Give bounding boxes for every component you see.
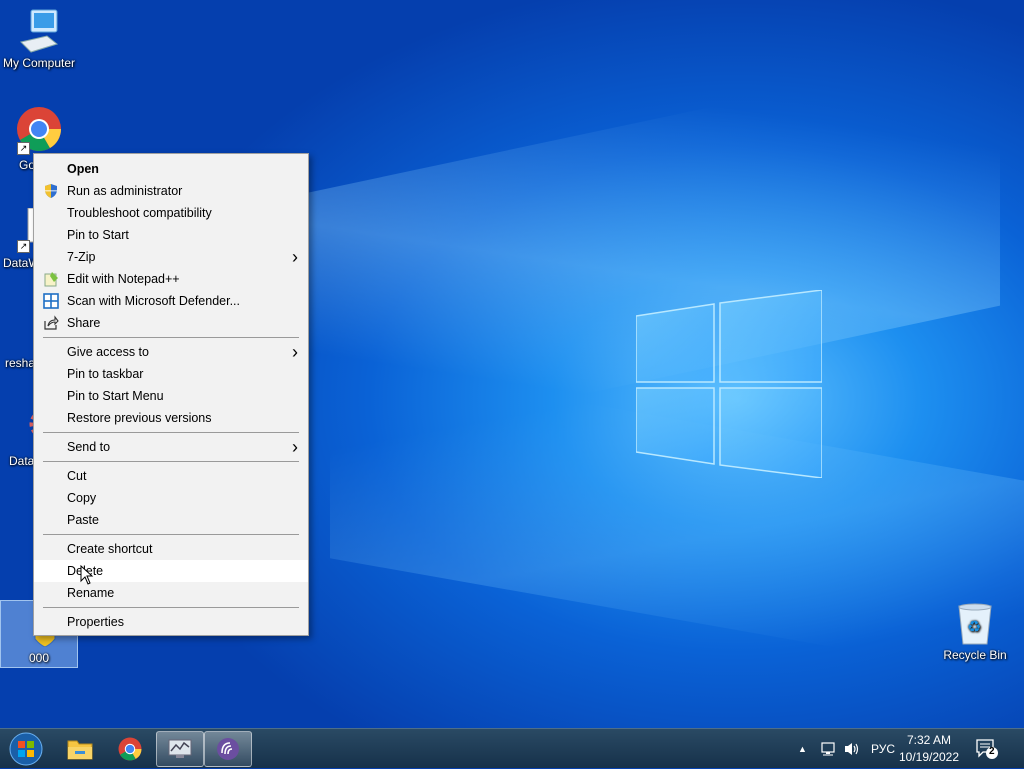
tray-overflow-chevron[interactable]: ▲ [798,729,807,769]
chevron-right-icon: › [292,437,298,457]
taskbar-app-monitor[interactable] [156,731,204,767]
shield-icon [45,184,57,198]
notepadpp-icon [44,272,58,287]
taskbar-app-torrent[interactable] [204,731,252,767]
taskbar: ▲ РУС 7:32 AM 10/19/2022 2 [0,728,1024,768]
monitor-app-icon [168,739,192,758]
menu-separator [43,534,299,535]
menu-item-paste[interactable]: Paste [34,509,308,531]
chevron-right-icon: › [292,342,298,362]
menu-item-copy[interactable]: Copy [34,487,308,509]
action-center-button[interactable]: 2 [975,729,999,769]
desktop-icon-label: Recycle Bin [943,648,1007,662]
menu-item-troubleshoot-compatibility[interactable]: Troubleshoot compatibility [34,202,308,224]
menu-item-scan-with-defender[interactable]: Scan with Microsoft Defender... [34,290,308,312]
windows-logo-wallpaper [636,290,822,478]
desktop-icon-recycle-bin[interactable]: ♻ Recycle Bin [937,602,1013,662]
menu-item-properties[interactable]: Properties [34,611,308,633]
chevron-up-icon: ▲ [798,744,807,754]
menu-item-create-shortcut[interactable]: Create shortcut [34,538,308,560]
defender-icon [43,293,59,309]
clock[interactable]: 7:32 AM 10/19/2022 [894,732,964,766]
recycle-bin-icon: ♻ [958,603,992,645]
shortcut-arrow-icon: ↗ [17,142,30,155]
menu-item-share[interactable]: Share [34,312,308,334]
desktop-icon-label: My Computer [2,56,76,70]
volume-tray-icon[interactable] [843,729,861,769]
clock-time: 7:32 AM [906,733,952,747]
clock-date: 10/19/2022 [898,750,960,764]
shortcut-arrow-icon: ↗ [17,240,30,253]
menu-item-edit-with-notepadpp[interactable]: Edit with Notepad++ [34,268,308,290]
menu-separator [43,432,299,433]
network-tray-icon[interactable] [820,729,838,769]
share-icon [44,315,59,330]
svg-text:♻: ♻ [967,619,981,636]
network-icon [821,742,835,756]
start-button[interactable] [3,731,49,767]
menu-item-send-to[interactable]: Send to › [34,436,308,458]
folder-icon [67,740,93,760]
menu-item-restore-previous-versions[interactable]: Restore previous versions [34,407,308,429]
chrome-icon [118,737,142,761]
desktop-icon-label: resha [5,356,36,370]
mouse-cursor-icon [80,565,94,585]
windows-orb-icon [9,732,43,766]
torrent-icon [217,738,239,760]
menu-item-pin-to-start[interactable]: Pin to Start [34,224,308,246]
menu-item-give-access-to[interactable]: Give access to › [34,341,308,363]
menu-item-cut[interactable]: Cut [34,465,308,487]
menu-item-open[interactable]: Open [34,158,308,180]
menu-item-rename[interactable]: Rename [34,582,308,604]
context-menu: Open Run as administrator Troubleshoot c… [33,153,309,636]
desktop-icon-label: 000 [29,651,50,665]
taskbar-chrome[interactable] [106,731,154,767]
menu-item-delete[interactable]: Delete [34,560,308,582]
speaker-icon [845,743,859,755]
menu-separator [43,337,299,338]
notification-icon [976,739,998,759]
computer-icon [20,9,59,53]
desktop-icon-label: Data [9,454,35,468]
menu-item-run-as-administrator[interactable]: Run as administrator [34,180,308,202]
menu-separator [43,607,299,608]
menu-separator [43,461,299,462]
desktop-icon-my-computer[interactable]: My Computer [1,8,77,70]
menu-item-7-zip[interactable]: 7-Zip › [34,246,308,268]
language-indicator[interactable]: РУС [871,729,895,769]
menu-item-pin-to-taskbar[interactable]: Pin to taskbar [34,363,308,385]
notification-count-badge: 2 [989,746,995,757]
chevron-right-icon: › [292,247,298,267]
taskbar-file-explorer[interactable] [56,731,104,767]
menu-item-pin-to-start-menu[interactable]: Pin to Start Menu [34,385,308,407]
